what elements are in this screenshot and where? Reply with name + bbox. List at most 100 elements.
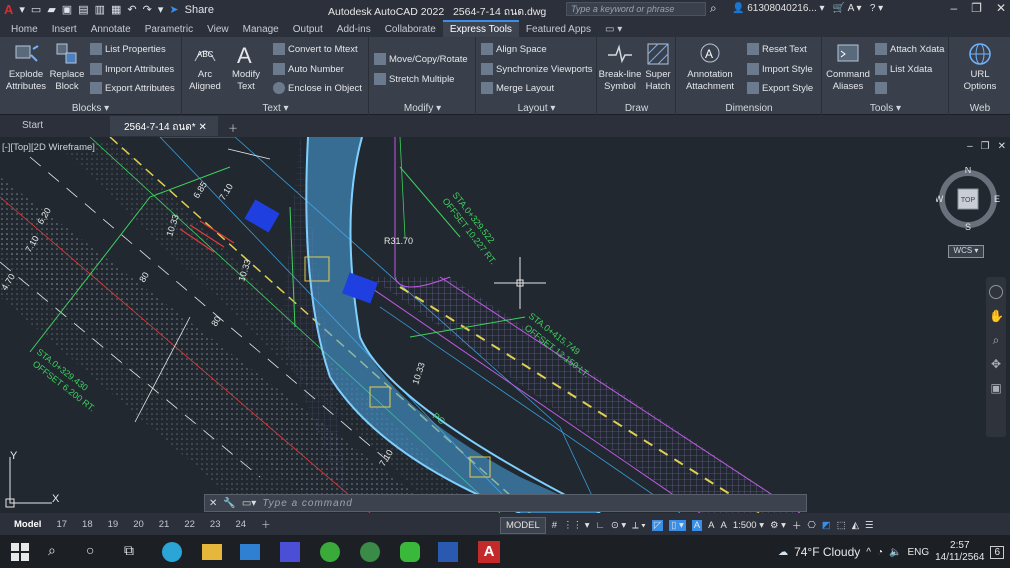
autodesk-a-icon[interactable]: A (848, 3, 854, 14)
annotation-attachment-button[interactable]: A Annotation Attachment (681, 41, 739, 93)
task-view-icon[interactable]: ⧉ (124, 542, 144, 562)
list-xdata-button[interactable]: List Xdata (875, 63, 932, 75)
app-icon[interactable] (280, 542, 300, 562)
close-icon[interactable]: ✕ (996, 1, 1006, 15)
layout-tab[interactable]: 20 (127, 517, 150, 532)
tray-chevron-icon[interactable]: ^ (866, 547, 871, 558)
autocad-taskbar-icon[interactable]: A (478, 541, 500, 563)
search-icon[interactable]: ⌕ (48, 542, 68, 562)
isolate-objects-icon[interactable]: ⬚ (837, 520, 846, 531)
workspace-gear-icon[interactable]: ⚙ ▾ (770, 520, 786, 531)
app-menu-chevron-icon[interactable]: ▾ (19, 3, 25, 16)
file-explorer-icon[interactable] (202, 544, 222, 560)
ribbon-tab[interactable]: Manage (236, 22, 286, 37)
search-input[interactable]: Type a keyword or phrase (566, 2, 706, 16)
breakline-symbol-button[interactable]: Break-line Symbol (598, 41, 642, 93)
command-input[interactable]: Type a command (262, 498, 353, 509)
layout-tab[interactable]: 19 (102, 517, 125, 532)
ribbon-tab[interactable]: Collaborate (378, 22, 443, 37)
convert-mtext-button[interactable]: Convert to Mtext (273, 43, 358, 55)
layout-tab[interactable]: 22 (178, 517, 201, 532)
panel-title-dimension[interactable]: Dimension (677, 103, 821, 114)
undo-icon[interactable]: ↶ (127, 3, 136, 16)
weather-status[interactable]: 74°F Cloudy (794, 545, 860, 559)
chrome-icon[interactable] (360, 542, 380, 562)
new-tab-button[interactable]: ＋ (218, 116, 248, 136)
arc-aligned-button[interactable]: ABC Arc Aligned (185, 41, 225, 93)
enclose-object-button[interactable]: Enclose in Object (273, 82, 362, 94)
share-button[interactable]: Share (185, 4, 214, 16)
panel-title-draw[interactable]: Draw (598, 103, 675, 114)
panel-title-blocks[interactable]: Blocks ▾ (0, 103, 181, 114)
workspace-icon[interactable]: ▾ (158, 3, 164, 16)
stretch-multiple-button[interactable]: Stretch Multiple (374, 73, 454, 85)
explode-attributes-button[interactable]: Explode Attributes (4, 41, 48, 93)
steering-wheel-icon[interactable] (989, 285, 1003, 299)
edge-icon[interactable] (162, 542, 182, 562)
customize-command-icon[interactable]: 🔧 (223, 498, 235, 509)
attach-xdata-button[interactable]: Attach Xdata (875, 43, 944, 55)
redo-icon[interactable]: ↷ (143, 3, 152, 16)
publish-icon[interactable]: ▥ (95, 3, 105, 16)
search-icon[interactable]: ⌕ (710, 1, 717, 16)
layout-tab[interactable]: 21 (153, 517, 176, 532)
drawing-canvas[interactable]: STA.0+329.430 OFFSET 6.200 RT. STA.0+415… (0, 137, 1010, 513)
cart-icon[interactable]: 🛒 (833, 3, 845, 14)
cortana-icon[interactable]: ○ (86, 542, 106, 562)
osnap-icon[interactable]: ◸ (651, 519, 664, 531)
sync-viewports-button[interactable]: Synchronize Viewports (481, 63, 592, 75)
panel-title-text[interactable]: Text ▾ (183, 103, 368, 114)
ribbon-tab[interactable]: Featured Apps (519, 22, 598, 37)
zoom-icon[interactable]: ⌕ (989, 333, 1003, 347)
tools-extra-button[interactable] (875, 82, 887, 94)
panel-title-layout[interactable]: Layout ▾ (477, 103, 596, 114)
doc-tab-drawing[interactable]: 2564-7-14 ถนด* ✕ (110, 116, 218, 136)
share-icon[interactable]: ➤ (169, 3, 178, 16)
save-as-icon[interactable]: ▤ (78, 3, 88, 16)
line-icon[interactable] (400, 542, 420, 562)
ribbon-tab[interactable]: Express Tools (442, 20, 519, 37)
orbit-icon[interactable]: ✥ (989, 357, 1003, 371)
plus-icon[interactable]: ＋ (792, 518, 802, 532)
layout-tab[interactable]: 18 (76, 517, 99, 532)
ribbon-tab[interactable]: Annotate (84, 22, 138, 37)
windows-start-icon[interactable] (10, 542, 30, 562)
snap-icon[interactable]: ⋮⋮ ▾ (563, 520, 589, 531)
ribbon-tab[interactable]: Insert (45, 22, 84, 37)
save-icon[interactable]: ▣ (62, 3, 72, 16)
annotation-scale-icon[interactable]: A (720, 520, 726, 531)
merge-layout-button[interactable]: Merge Layout (481, 82, 554, 94)
close-command-icon[interactable]: ✕ (209, 498, 217, 509)
viewport-minimize-icon[interactable]: – (967, 141, 973, 152)
network-icon[interactable]: ◔ (877, 547, 883, 558)
command-history-icon[interactable]: ▭▾ (242, 498, 256, 509)
clock[interactable]: 2:57 14/11/2564 (935, 540, 984, 564)
ribbon-tab[interactable]: Home (4, 22, 45, 37)
move-copy-rotate-button[interactable]: Move/Copy/Rotate (374, 53, 468, 65)
layout-tab[interactable]: 17 (50, 517, 73, 532)
pan-icon[interactable]: ✋ (989, 309, 1004, 323)
isolate-icon[interactable]: ⎔ (807, 520, 815, 531)
new-file-icon[interactable]: ▭ (31, 3, 41, 16)
annotation-autoscale-icon[interactable]: A (708, 520, 714, 531)
replace-block-button[interactable]: Replace Block (48, 41, 86, 93)
help-icon[interactable]: ? (870, 3, 876, 14)
wcs-dropdown[interactable]: WCS ▾ (948, 245, 984, 258)
auto-number-button[interactable]: Auto Number (273, 63, 344, 75)
url-options-button[interactable]: URL Options (954, 41, 1006, 93)
annotation-visibility-icon[interactable]: A (691, 519, 703, 531)
language-indicator[interactable]: ENG (907, 547, 929, 558)
isodraft-icon[interactable]: ⟂ ▾ (632, 520, 646, 531)
viewport-restore-icon[interactable]: ❐ (981, 141, 990, 152)
viewport-close-icon[interactable]: ✕ (998, 141, 1006, 152)
mail-icon[interactable] (240, 544, 260, 560)
restore-icon[interactable]: ❐ (971, 1, 982, 15)
modify-text-button[interactable]: A Modify Text (227, 41, 265, 93)
grid-icon[interactable]: # (552, 520, 557, 531)
autocad-logo-icon[interactable]: A (4, 2, 13, 17)
import-style-button[interactable]: Import Style (747, 63, 813, 75)
super-hatch-button[interactable]: Super Hatch (642, 41, 674, 93)
hardware-accel-icon[interactable]: ◩ (822, 520, 831, 531)
ribbon-tab[interactable]: Output (286, 22, 330, 37)
export-attributes-button[interactable]: Export Attributes (90, 82, 175, 94)
